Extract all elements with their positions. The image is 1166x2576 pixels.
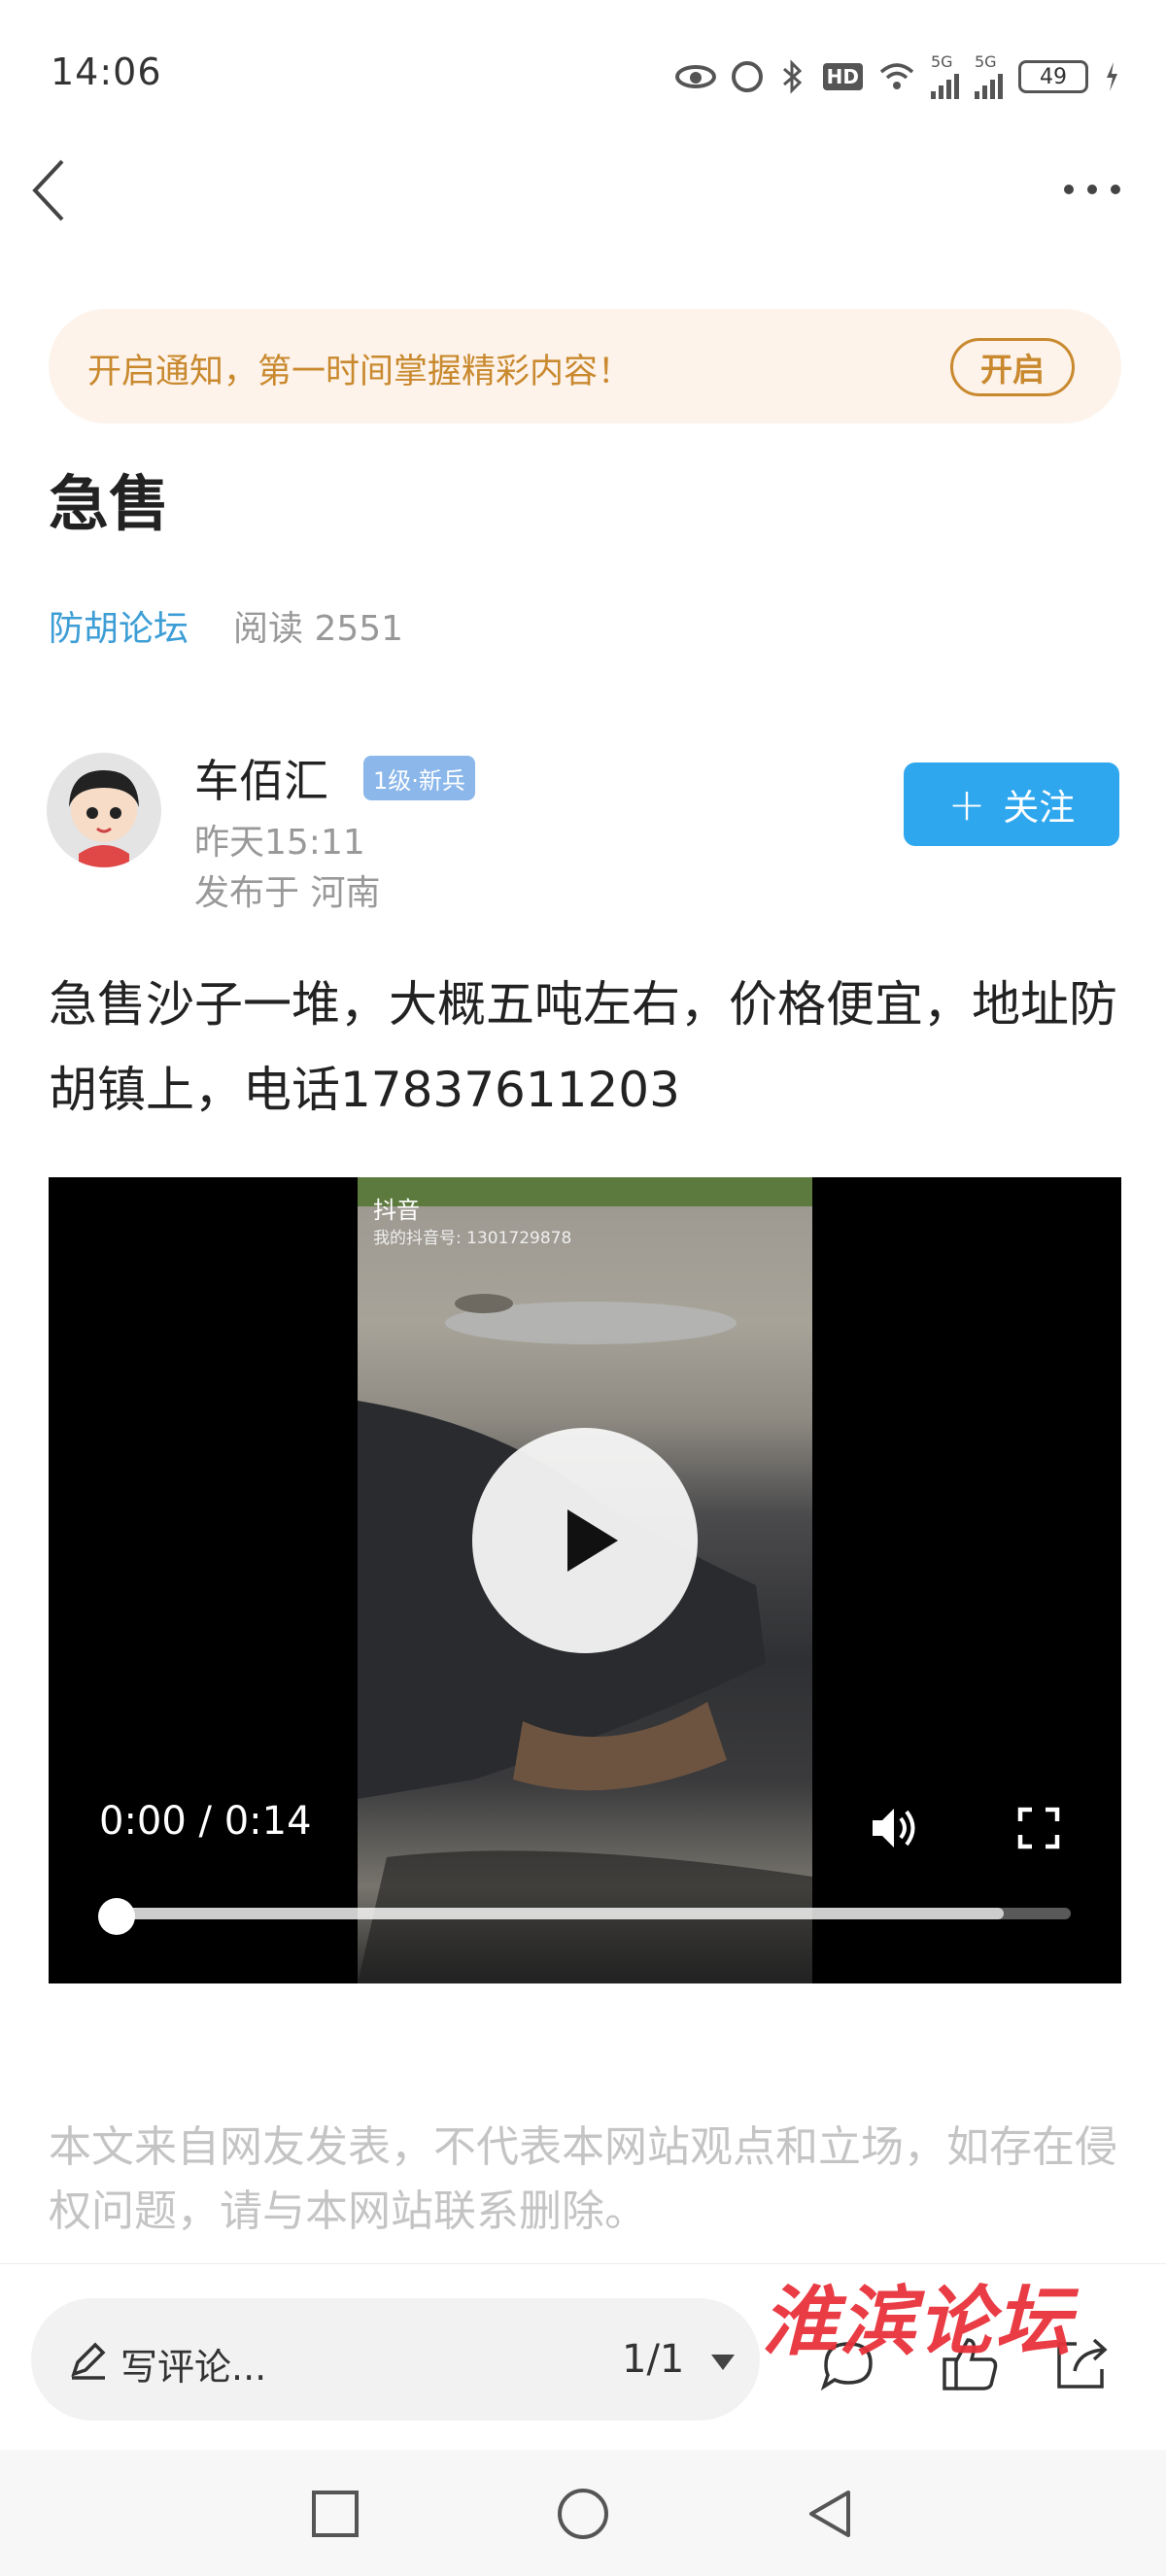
notification-text: 开启通知，第一时间掌握精彩内容！ bbox=[87, 353, 633, 391]
battery-icon: 49 bbox=[1018, 60, 1088, 93]
forum-link[interactable]: 防胡论坛 bbox=[49, 600, 189, 651]
plus-icon: + bbox=[947, 778, 986, 830]
comment-placeholder: 写评论... bbox=[120, 2346, 267, 2389]
chevron-left-icon bbox=[32, 159, 64, 221]
follow-label: 关注 bbox=[1003, 787, 1076, 829]
status-bar: 14:06 HD 5G 5G 49 bbox=[0, 0, 1166, 146]
hd-voice-icon: HD bbox=[822, 63, 863, 90]
post-time: 昨天15:11 bbox=[194, 823, 365, 863]
caret-down-icon[interactable] bbox=[711, 2355, 735, 2370]
avatar-image bbox=[47, 753, 161, 867]
avatar[interactable] bbox=[47, 753, 161, 867]
volume-button[interactable] bbox=[865, 1799, 923, 1857]
progress-track[interactable] bbox=[117, 1908, 1071, 1919]
fullscreen-button[interactable] bbox=[1014, 1804, 1063, 1852]
enable-notification-button[interactable]: 开启 bbox=[950, 338, 1075, 396]
volume-icon bbox=[873, 1809, 915, 1847]
system-nav-bar bbox=[0, 2450, 1166, 2576]
status-icons: HD 5G 5G 49 bbox=[674, 54, 1119, 99]
system-back-button[interactable] bbox=[802, 2485, 860, 2543]
status-time: 14:06 bbox=[51, 51, 162, 93]
more-dots-icon bbox=[1064, 185, 1120, 194]
circle-icon bbox=[558, 2489, 608, 2539]
disclaimer: 本文来自网友发表，不代表本网站观点和立场，如存在侵权问题，请与本网站联系删除。 bbox=[49, 2122, 1117, 2236]
post-title: 急售 bbox=[49, 468, 170, 539]
pencil-icon bbox=[71, 2342, 106, 2380]
triangle-back-icon bbox=[809, 2491, 850, 2537]
home-button[interactable] bbox=[554, 2485, 612, 2543]
signal-2-icon: 5G bbox=[975, 54, 1003, 99]
comment-input[interactable]: 写评论... 1/1 bbox=[31, 2298, 760, 2421]
alarm-icon bbox=[731, 61, 763, 92]
brand-watermark: 淮滨论坛 bbox=[762, 2278, 1074, 2366]
post-meta: 防胡论坛 阅读 2551 bbox=[49, 600, 403, 651]
video-player[interactable]: 抖音 我的抖音号: 1301729878 0:00 / 0:14 bbox=[49, 1177, 1121, 1983]
wifi-icon bbox=[878, 62, 915, 91]
post-location: 发布于 河南 bbox=[194, 873, 381, 913]
play-button[interactable] bbox=[472, 1428, 698, 1653]
signal-1-icon: 5G bbox=[931, 54, 959, 99]
video-time: 0:00 / 0:14 bbox=[99, 1799, 312, 1844]
progress-buffered bbox=[117, 1908, 1005, 1919]
recents-button[interactable] bbox=[306, 2485, 364, 2543]
post-body: 急售沙子一堆，大概五吨左右，价格便宜，地址防胡镇上，电话17837611203 bbox=[49, 976, 1117, 1118]
read-count: 阅读 2551 bbox=[233, 609, 404, 649]
progress-thumb[interactable] bbox=[98, 1898, 135, 1935]
douyin-watermark: 抖音 bbox=[373, 1197, 420, 1224]
level-badge: 1级·新兵 bbox=[363, 756, 475, 800]
fullscreen-icon bbox=[1017, 1807, 1060, 1849]
follow-button[interactable]: + 关注 bbox=[904, 763, 1119, 846]
more-button[interactable] bbox=[1059, 165, 1127, 214]
square-icon bbox=[312, 2491, 359, 2537]
bluetooth-icon bbox=[778, 59, 807, 94]
page-indicator[interactable]: 1/1 bbox=[622, 2337, 684, 2382]
author-name[interactable]: 车佰汇 bbox=[194, 746, 328, 810]
douyin-id-watermark: 我的抖音号: 1301729878 bbox=[373, 1229, 572, 1248]
notification-banner: 开启通知，第一时间掌握精彩内容！ 开启 bbox=[49, 309, 1121, 424]
eye-comfort-icon bbox=[674, 65, 716, 88]
back-button[interactable] bbox=[29, 155, 87, 223]
charging-icon bbox=[1104, 60, 1119, 93]
